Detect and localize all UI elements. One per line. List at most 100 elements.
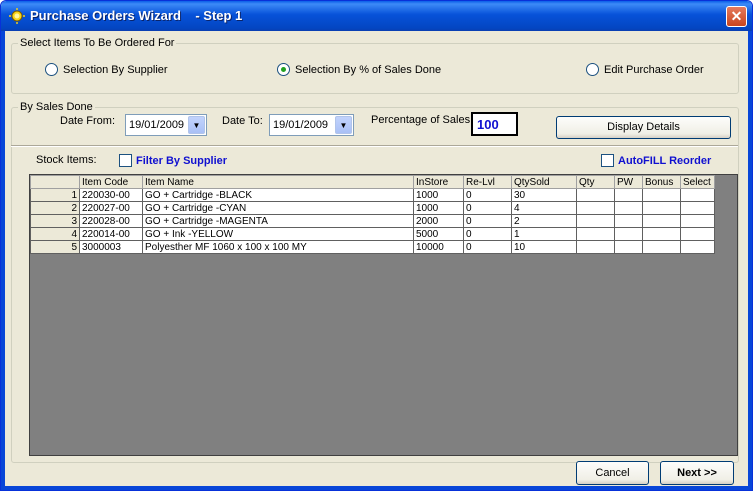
cell-bonus[interactable] (642, 227, 681, 241)
radio-circle-edit-po[interactable] (586, 63, 599, 76)
table-row[interactable]: 2 220027-00 GO + Cartridge -CYAN 1000 0 … (30, 201, 715, 215)
radio-edit-purchase-order[interactable]: Edit Purchase Order (586, 63, 704, 76)
chevron-down-icon[interactable]: ▼ (335, 116, 352, 134)
cell-instore[interactable]: 10000 (413, 240, 464, 254)
radio-circle-percent-sales[interactable] (277, 63, 290, 76)
column-header[interactable]: InStore (413, 175, 464, 189)
row-number[interactable]: 1 (30, 188, 80, 202)
cell-item-code[interactable]: 220014-00 (79, 227, 143, 241)
date-to-value: 19/01/2009 (273, 119, 329, 131)
cell-relvl[interactable]: 0 (463, 227, 512, 241)
cell-pw[interactable] (614, 188, 643, 202)
cell-relvl[interactable]: 0 (463, 201, 512, 215)
column-header[interactable]: Re-Lvl (463, 175, 512, 189)
cell-qtysold[interactable]: 4 (511, 201, 577, 215)
radio-label-edit-po: Edit Purchase Order (604, 63, 704, 76)
radio-label-percent-sales: Selection By % of Sales Done (295, 63, 442, 76)
column-header[interactable]: Bonus (642, 175, 681, 189)
cell-select[interactable] (680, 240, 715, 254)
cell-item-name[interactable]: GO + Ink -YELLOW (142, 227, 414, 241)
select-items-legend: Select Items To Be Ordered For (20, 37, 175, 49)
column-header[interactable]: PW (614, 175, 643, 189)
table-row[interactable]: 1 220030-00 GO + Cartridge -BLACK 1000 0… (30, 188, 715, 202)
column-header[interactable]: QtySold (511, 175, 577, 189)
cell-bonus[interactable] (642, 201, 681, 215)
cell-instore[interactable]: 1000 (413, 188, 464, 202)
cancel-button[interactable]: Cancel (576, 461, 649, 485)
wizard-window: Purchase Orders Wizard - Step 1 ✕ Select… (0, 0, 753, 491)
radio-selection-by-supplier[interactable]: Selection By Supplier (45, 63, 168, 76)
cell-item-name[interactable]: GO + Cartridge -CYAN (142, 201, 414, 215)
by-sales-done-legend: By Sales Done (20, 101, 93, 113)
close-icon: ✕ (730, 8, 743, 24)
cell-qty[interactable] (576, 188, 615, 202)
stock-items-grid[interactable]: Item Code Item Name InStore Re-Lvl QtySo… (29, 174, 738, 456)
date-from-picker[interactable]: 19/01/2009 ▼ (125, 114, 207, 136)
table-row[interactable]: 4 220014-00 GO + Ink -YELLOW 5000 0 1 (30, 227, 715, 241)
cell-qtysold[interactable]: 30 (511, 188, 577, 202)
cell-instore[interactable]: 2000 (413, 214, 464, 228)
title-bar[interactable]: Purchase Orders Wizard - Step 1 ✕ (1, 1, 752, 31)
cell-qtysold[interactable]: 2 (511, 214, 577, 228)
cell-item-code[interactable]: 220028-00 (79, 214, 143, 228)
cell-qtysold[interactable]: 10 (511, 240, 577, 254)
column-header[interactable]: Item Name (142, 175, 414, 189)
cell-select[interactable] (680, 201, 715, 215)
column-header[interactable]: Item Code (79, 175, 143, 189)
cell-item-name[interactable]: GO + Cartridge -MAGENTA (142, 214, 414, 228)
row-number[interactable]: 5 (30, 240, 80, 254)
autofill-reorder-checkbox[interactable]: AutoFILL Reorder (601, 154, 711, 167)
column-header[interactable]: Qty (576, 175, 615, 189)
radio-selection-by-percent-sales[interactable]: Selection By % of Sales Done (277, 63, 441, 76)
cell-bonus[interactable] (642, 188, 681, 202)
cell-select[interactable] (680, 214, 715, 228)
next-button[interactable]: Next >> (660, 461, 734, 485)
cell-relvl[interactable]: 0 (463, 188, 512, 202)
chevron-down-icon[interactable]: ▼ (188, 116, 205, 134)
cell-relvl[interactable]: 0 (463, 214, 512, 228)
cell-pw[interactable] (614, 201, 643, 215)
filter-by-supplier-checkbox[interactable]: Filter By Supplier (119, 154, 227, 167)
cell-instore[interactable]: 1000 (413, 201, 464, 215)
cell-select[interactable] (680, 188, 715, 202)
table-row[interactable]: 5 3000003 Polyesther MF 1060 x 100 x 100… (30, 240, 715, 254)
cell-item-code[interactable]: 220027-00 (79, 201, 143, 215)
cell-item-name[interactable]: Polyesther MF 1060 x 100 x 100 MY (142, 240, 414, 254)
row-number[interactable]: 3 (30, 214, 80, 228)
header-corner (30, 175, 80, 189)
cell-pw[interactable] (614, 214, 643, 228)
cell-qty[interactable] (576, 214, 615, 228)
date-to-picker[interactable]: 19/01/2009 ▼ (269, 114, 354, 136)
percentage-label: Percentage of Sales: (371, 114, 474, 126)
column-header[interactable]: Select (680, 175, 715, 189)
date-from-label: Date From: (60, 115, 116, 127)
window-frame-left (1, 31, 5, 490)
cell-select[interactable] (680, 227, 715, 241)
percentage-input[interactable]: 100 (471, 112, 518, 136)
app-sun-icon (9, 8, 25, 24)
stock-items-table: Item Code Item Name InStore Re-Lvl QtySo… (30, 175, 715, 254)
row-number[interactable]: 4 (30, 227, 80, 241)
cell-relvl[interactable]: 0 (463, 240, 512, 254)
autofill-reorder-label: AutoFILL Reorder (618, 154, 712, 167)
display-details-button[interactable]: Display Details (556, 116, 731, 139)
autofill-checkbox-box[interactable] (601, 154, 614, 167)
cell-qty[interactable] (576, 240, 615, 254)
filter-checkbox-box[interactable] (119, 154, 132, 167)
cell-pw[interactable] (614, 227, 643, 241)
row-number[interactable]: 2 (30, 201, 80, 215)
cell-item-name[interactable]: GO + Cartridge -BLACK (142, 188, 414, 202)
cell-bonus[interactable] (642, 240, 681, 254)
cell-item-code[interactable]: 3000003 (79, 240, 143, 254)
cell-bonus[interactable] (642, 214, 681, 228)
cell-instore[interactable]: 5000 (413, 227, 464, 241)
cell-qtysold[interactable]: 1 (511, 227, 577, 241)
radio-circle-supplier[interactable] (45, 63, 58, 76)
cell-qty[interactable] (576, 227, 615, 241)
table-row[interactable]: 3 220028-00 GO + Cartridge -MAGENTA 2000… (30, 214, 715, 228)
close-button[interactable]: ✕ (726, 6, 747, 27)
cell-item-code[interactable]: 220030-00 (79, 188, 143, 202)
cell-qty[interactable] (576, 201, 615, 215)
percentage-value: 100 (477, 117, 499, 132)
cell-pw[interactable] (614, 240, 643, 254)
